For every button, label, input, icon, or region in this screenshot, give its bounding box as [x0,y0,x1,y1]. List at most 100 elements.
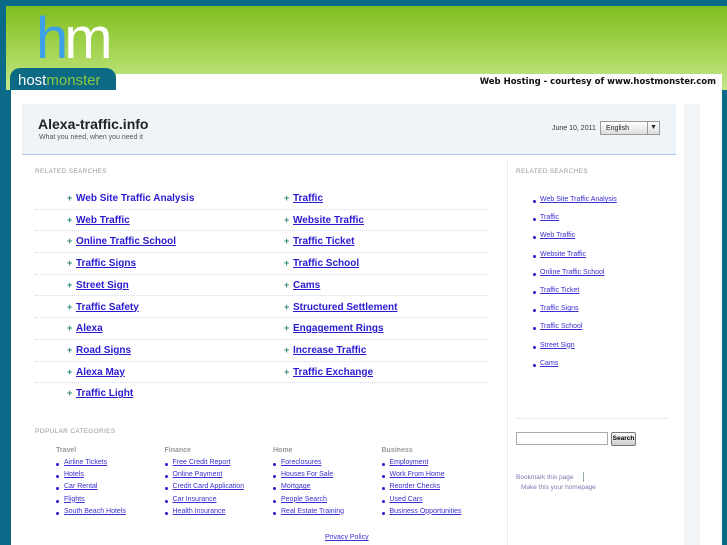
keyword-link[interactable]: Traffic [293,193,323,204]
hostmonster-logo-mark[interactable]: hm [36,10,113,68]
keyword-row: + Road Signs + Increase Traffic [35,340,487,362]
category-link[interactable]: Credit Card Application [173,483,245,490]
category-link[interactable]: People Search [281,496,327,503]
bookmark-link[interactable]: Bookmark this page [516,474,573,481]
plus-icon: + [284,193,290,203]
sidebar-related-link[interactable]: Online Traffic School [540,269,604,276]
bullet-icon [164,463,168,466]
sidebar-related-link[interactable]: Web Traffic [540,232,575,239]
keyword-link[interactable]: Website Traffic [293,215,364,226]
keyword-row: + Street Sign + Cams [35,275,487,297]
bullet-icon [56,463,59,466]
keyword-link[interactable]: Engagement Rings [293,323,384,334]
chevron-down-icon: ▼ [647,122,659,134]
sidebar-divider [516,418,668,419]
sidebar-related-link[interactable]: Website Traffic [540,251,586,258]
bullet-icon [273,463,276,466]
category-link[interactable]: Mortgage [281,483,311,490]
plus-icon: + [284,258,290,269]
plus-icon: + [67,344,73,355]
bullet-icon [533,272,536,276]
date: June 10, 2011 [552,125,596,132]
popular-categories-label: POPULAR CATEGORIES [35,428,116,435]
keyword-link[interactable]: Increase Traffic [293,345,366,356]
keyword-row: + Web Traffic + Website Traffic [35,210,487,232]
bullet-icon [533,345,536,349]
sidebar-related-link[interactable]: Traffic School [540,323,582,330]
sidebar-related-link[interactable]: Web Site Traffic Analysis [540,196,617,203]
category-link[interactable]: Used Cars [390,496,423,503]
keyword-link[interactable]: Traffic Signs [76,258,136,269]
plus-icon: + [67,193,73,203]
keyword-link[interactable]: Traffic Light [76,388,133,399]
keyword-link[interactable]: Alexa [76,323,103,334]
homepage-link[interactable]: Make this your homepage [521,484,596,491]
category-link[interactable]: Flights [64,496,85,503]
category-link[interactable]: Car Insurance [173,496,217,503]
hostmonster-logo[interactable]: hostmonster [10,68,116,92]
keyword-link[interactable]: Cams [293,280,320,291]
keyword-link[interactable]: Traffic Ticket [293,236,355,247]
hosting-tagline[interactable]: Web Hosting - courtesy of www.hostmonste… [116,74,722,90]
bullet-icon [381,511,385,515]
sidebar-related-link[interactable]: Cams [540,360,558,367]
category-link[interactable]: Health Insurance [173,508,226,515]
category-link[interactable]: Employment [390,459,429,466]
category-link[interactable]: Free Credit Report [173,459,231,466]
site-title: Alexa-traffic.info [38,116,149,132]
bullet-icon [533,200,536,203]
plus-icon: + [67,279,73,290]
category-link[interactable]: Online Payment [173,471,223,478]
bullet-icon [273,511,276,515]
plus-icon: + [67,236,73,247]
keyword-row: + Alexa May + Traffic Exchange [35,362,487,384]
language-select[interactable]: English ▼ [600,121,660,135]
search-input[interactable] [516,432,608,445]
category-link[interactable]: Airline Tickets [64,459,107,466]
privacy-policy-link[interactable]: Privacy Policy [325,534,369,541]
title-box: Alexa-traffic.info What you need, when y… [22,104,676,155]
keyword-link[interactable]: Online Traffic School [76,236,176,247]
bullet-icon [381,499,385,503]
search-button[interactable]: Search [611,432,636,446]
category-link[interactable]: Business Opportunities [390,508,462,515]
category-link[interactable]: South Beach Hotels [64,508,126,515]
keyword-link[interactable]: Traffic Exchange [293,367,373,378]
category-link[interactable]: Car Rental [64,483,97,490]
keyword-link[interactable]: Structured Settlement [293,302,397,313]
bullet-icon [381,463,385,466]
bullet-icon [273,499,276,503]
keyword-row: + Traffic Safety + Structured Settlement [35,297,487,319]
keyword-link[interactable]: Web Site Traffic Analysis [76,193,194,204]
category-heading: Travel [56,447,77,454]
plus-icon: + [284,344,290,355]
keyword-link[interactable]: Street Sign [76,280,129,291]
sidebar-related-link[interactable]: Traffic Signs [540,305,579,312]
plus-icon: + [284,236,290,247]
bullet-icon [381,475,385,479]
category-link[interactable]: Work From Home [390,471,445,478]
column-divider [507,160,508,545]
bullet-icon [164,475,168,479]
sidebar-related-label: RELATED SEARCHES [516,168,588,175]
site-subtitle: What you need, when you need it [39,134,143,141]
category-link[interactable]: Houses For Sale [281,471,333,478]
related-searches-label: RELATED SEARCHES [35,168,107,175]
category-link[interactable]: Foreclosures [281,459,321,466]
category-link[interactable]: Reorder Checks [390,483,441,490]
keyword-row: + Alexa + Engagement Rings [35,318,487,340]
keyword-link[interactable]: Web Traffic [76,215,130,226]
keyword-link[interactable]: Alexa May [76,367,125,378]
plus-icon: + [284,279,290,290]
category-link[interactable]: Real Estate Training [281,508,344,515]
keyword-link[interactable]: Road Signs [76,345,131,356]
plus-icon: + [284,323,290,334]
sidebar-related-link[interactable]: Street Sign [540,342,575,349]
category-link[interactable]: Hotels [64,471,84,478]
separator [583,472,584,482]
sidebar-related-link[interactable]: Traffic [540,214,559,221]
category-heading: Finance [164,447,191,454]
keyword-link[interactable]: Traffic School [293,258,359,269]
keyword-link[interactable]: Traffic Safety [76,302,139,313]
sidebar-related-link[interactable]: Traffic Ticket [540,287,579,294]
